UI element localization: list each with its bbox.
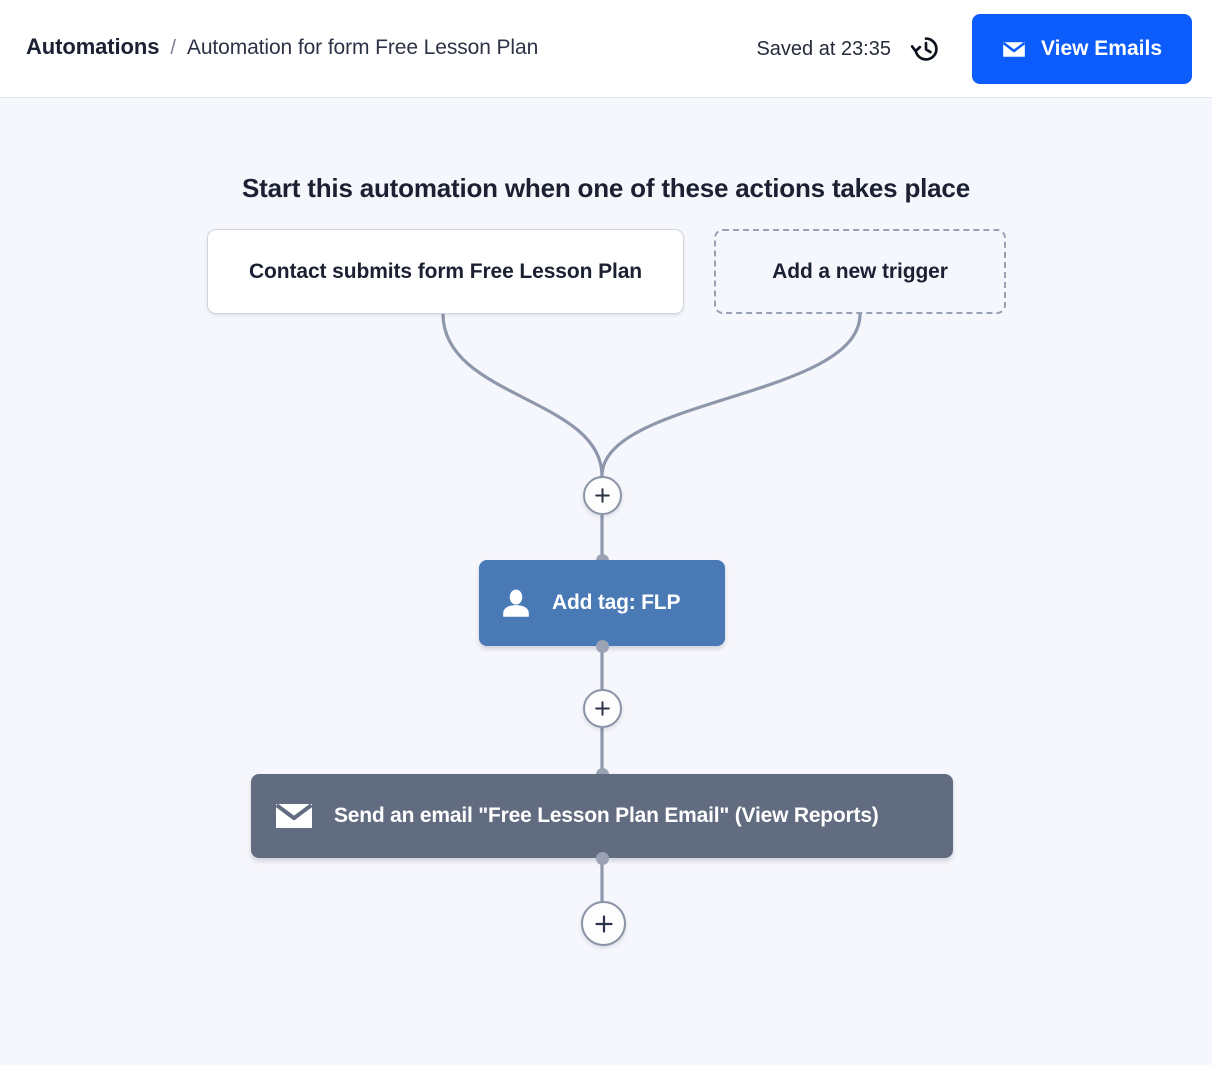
breadcrumb-separator: / — [170, 37, 176, 59]
view-emails-label: View Emails — [1040, 37, 1163, 60]
app-header: Automations / Automation for form Free L… — [0, 0, 1212, 98]
add-step-button-after-triggers[interactable] — [583, 476, 622, 515]
breadcrumb-link-automations[interactable]: Automations — [26, 34, 159, 60]
envelope-icon — [1002, 41, 1026, 58]
trigger-label: Contact submits form Free Lesson Plan — [248, 259, 643, 283]
view-emails-button[interactable]: View Emails — [972, 14, 1192, 84]
action-node-label: Add tag: FLP — [552, 591, 681, 614]
add-step-button-after-add-tag[interactable] — [583, 689, 622, 728]
person-icon — [500, 587, 532, 619]
add-new-trigger-card[interactable]: Add a new trigger — [714, 229, 1006, 314]
trigger-card-contact-submits-form[interactable]: Contact submits form Free Lesson Plan — [207, 229, 684, 314]
envelope-icon — [274, 801, 314, 831]
add-trigger-label: Add a new trigger — [772, 259, 948, 283]
saved-status-text: Saved at 23:35 — [756, 37, 891, 60]
action-node-label: Send an email "Free Lesson Plan Email" (… — [334, 804, 879, 827]
add-step-button-after-send-email[interactable] — [581, 901, 626, 946]
node-connector-dot-bottom-add-tag — [596, 640, 609, 653]
breadcrumb: Automations / Automation for form Free L… — [26, 34, 538, 60]
node-connector-dot-bottom-send-email — [596, 852, 609, 865]
flow-title: Start this automation when one of these … — [242, 173, 970, 203]
action-node-add-tag[interactable]: Add tag: FLP — [479, 560, 725, 646]
breadcrumb-current-page: Automation for form Free Lesson Plan — [186, 36, 539, 59]
save-status-group: Saved at 23:35 — [756, 33, 942, 65]
action-node-send-email[interactable]: Send an email "Free Lesson Plan Email" (… — [251, 774, 953, 858]
history-clock-icon[interactable] — [910, 33, 942, 65]
automation-canvas: Start this automation when one of these … — [0, 98, 1212, 1065]
